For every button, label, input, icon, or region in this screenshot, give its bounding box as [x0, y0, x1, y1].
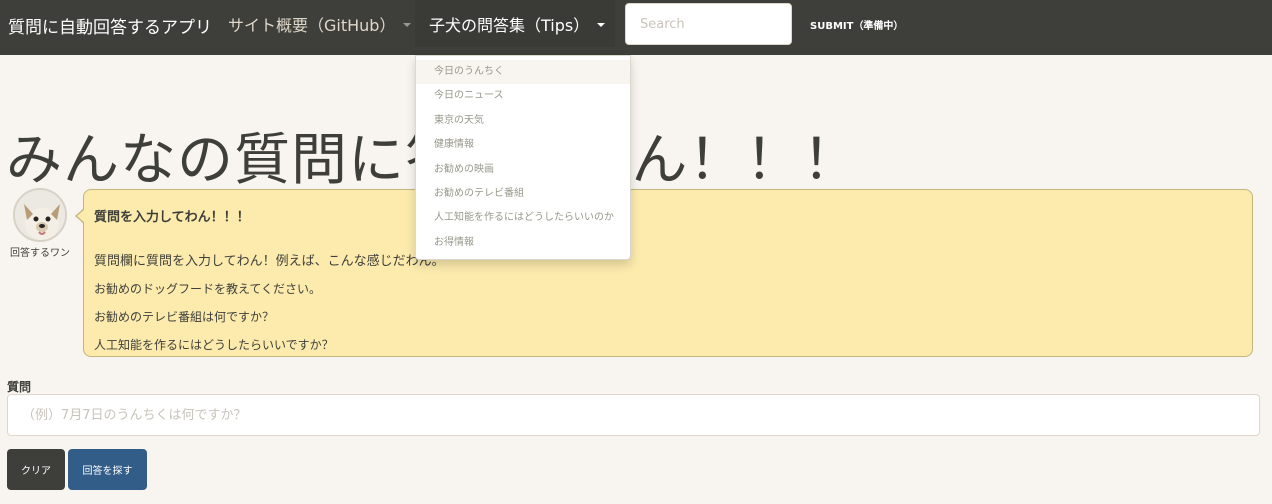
- nav-github-label: サイト概要（GitHub）: [228, 15, 396, 35]
- nav-tips-label: 子犬の問答集（Tips）: [429, 15, 590, 35]
- search-answer-button[interactable]: 回答を探す: [68, 449, 147, 490]
- dropdown-item-trivia[interactable]: 今日のうんちく: [416, 60, 630, 85]
- dog-avatar-icon: [15, 190, 65, 240]
- question-label: 質問: [7, 380, 32, 394]
- question-input[interactable]: [7, 394, 1260, 436]
- brand-title[interactable]: 質問に自動回答するアプリ: [8, 13, 212, 38]
- caret-down-icon: [597, 23, 606, 27]
- avatar-block: 回答するワン: [8, 188, 72, 260]
- avatar-name: 回答するワン: [10, 248, 70, 259]
- nav-github-dropdown[interactable]: サイト概要（GitHub）: [214, 0, 425, 47]
- example-question: お勧めのドッグフードを教えてください。: [94, 282, 322, 296]
- tips-dropdown-menu: 今日のうんちく 今日のニュース 東京の天気 健康情報 お勧めの映画 お勧めのテレ…: [415, 55, 631, 260]
- bubble-intro: 質問欄に質問を入力してわん！例えば、こんな感じだわん。: [94, 254, 445, 269]
- avatar: [13, 188, 67, 242]
- dropdown-item-weather[interactable]: 東京の天気: [416, 109, 630, 133]
- dropdown-item-news[interactable]: 今日のニュース: [416, 84, 630, 108]
- submit-button[interactable]: SUBMIT（準備中）: [798, 3, 915, 45]
- dropdown-item-movies[interactable]: お勧めの映画: [416, 158, 630, 182]
- dropdown-item-ai[interactable]: 人工知能を作るにはどうしたらいいのか: [416, 206, 630, 230]
- dropdown-item-health[interactable]: 健康情報: [416, 133, 630, 157]
- example-question: お勧めのテレビ番組は何ですか？: [94, 310, 275, 324]
- navbar: 質問に自動回答するアプリ サイト概要（GitHub） 子犬の問答集（Tips） …: [0, 0, 1272, 55]
- clear-button[interactable]: クリア: [7, 449, 65, 490]
- nav-tips-dropdown[interactable]: 子犬の問答集（Tips）: [415, 0, 615, 47]
- example-question: 人工知能を作るにはどうしたらいいですか？: [94, 338, 334, 352]
- speech-bubble: 質問を入力してわん！！！ 質問欄に質問を入力してわん！例えば、こんな感じだわん。…: [75, 189, 1253, 357]
- caret-down-icon: [403, 23, 412, 27]
- dropdown-item-tv[interactable]: お勧めのテレビ番組: [416, 182, 630, 206]
- search-input[interactable]: [625, 3, 792, 45]
- dropdown-item-deals[interactable]: お得情報: [416, 231, 630, 255]
- bubble-title: 質問を入力してわん！！！: [94, 210, 250, 225]
